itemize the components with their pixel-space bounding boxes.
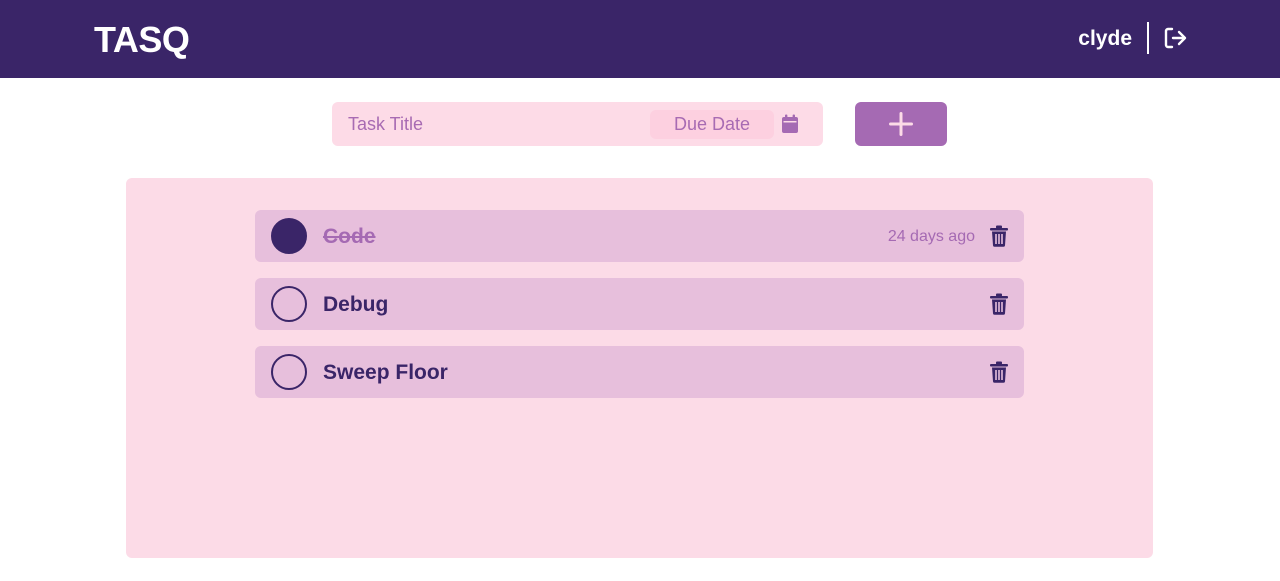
logout-icon[interactable] — [1163, 26, 1187, 50]
header-divider — [1147, 22, 1149, 54]
trash-icon[interactable] — [990, 361, 1008, 383]
app-logo: TASQ — [94, 19, 190, 60]
task-title: Code — [323, 225, 376, 248]
task-checkbox[interactable] — [271, 218, 307, 254]
task-checkbox[interactable] — [271, 286, 307, 322]
task-item: Sweep Floor — [255, 346, 1024, 398]
trash-icon[interactable] — [990, 225, 1008, 247]
task-item: Code 24 days ago — [255, 210, 1024, 262]
task-title: Debug — [323, 293, 389, 316]
due-date-field[interactable]: Due Date — [650, 110, 774, 139]
username: clyde — [1078, 27, 1132, 50]
plus-icon — [889, 112, 913, 136]
task-title: Sweep Floor — [323, 361, 448, 384]
task-title-input[interactable] — [332, 102, 642, 146]
trash-icon[interactable] — [990, 293, 1008, 315]
task-timestamp: 24 days ago — [887, 228, 975, 245]
add-task-form: Due Date — [332, 102, 823, 146]
add-task-button[interactable] — [855, 102, 947, 146]
task-item: Debug — [255, 278, 1024, 330]
calendar-icon[interactable] — [781, 114, 799, 134]
app-header: TASQ clyde — [0, 0, 1280, 78]
task-checkbox[interactable] — [271, 354, 307, 390]
